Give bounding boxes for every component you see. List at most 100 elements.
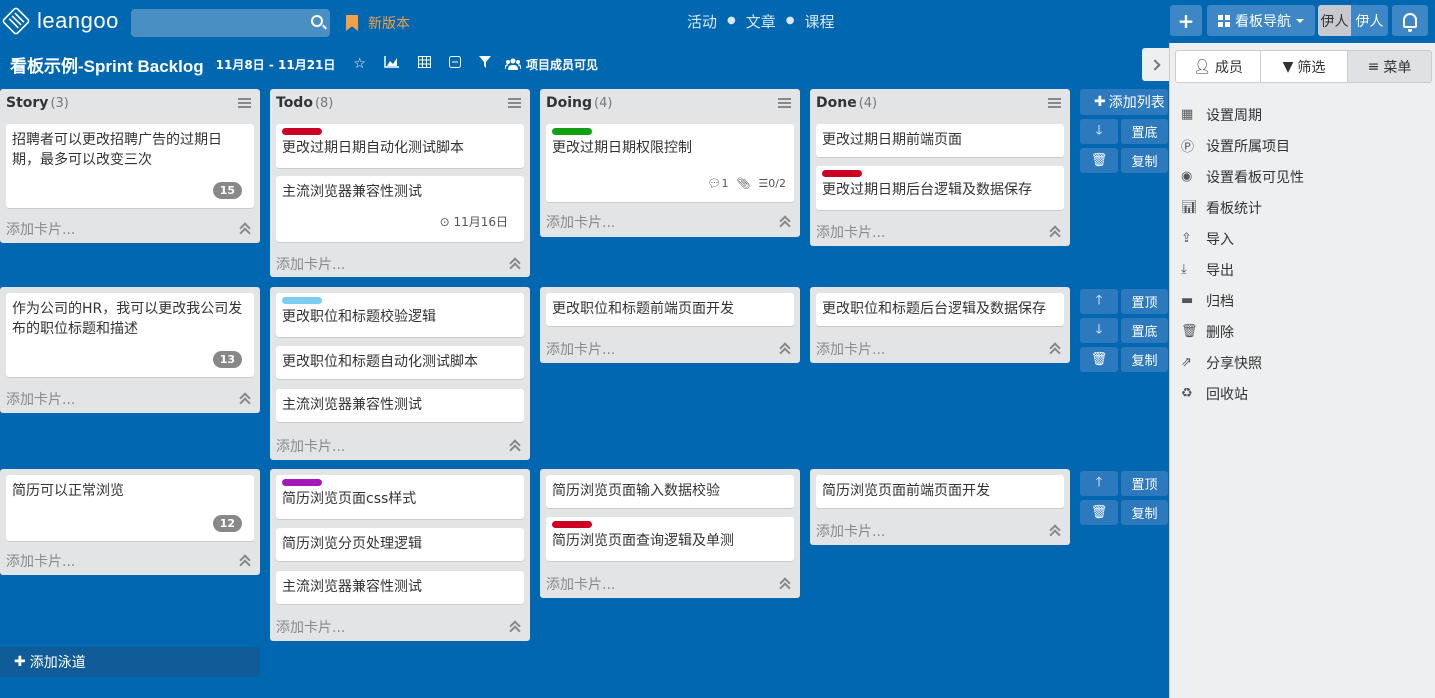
task-card[interactable]: 更改过期日期自动化测试脚本	[276, 124, 524, 168]
board-dates[interactable]: 11月8日 - 11月21日	[216, 56, 336, 73]
tab-menu[interactable]: ≡ 菜单	[1348, 50, 1432, 83]
add-card-link[interactable]: 添加卡片...	[6, 551, 75, 571]
collapse-up-icon[interactable]	[780, 579, 790, 589]
add-card-link[interactable]: 添加卡片...	[6, 389, 75, 409]
collapse-up-icon[interactable]	[240, 394, 250, 404]
task-card[interactable]: 更改过期日期权限控制 💬︎1 📎︎ ☰0/2	[546, 124, 794, 202]
add-card-link[interactable]: 添加卡片...	[546, 574, 615, 594]
menu-set-period[interactable]: ▦ 设置周期	[1181, 99, 1304, 130]
new-version-link[interactable]: 新版本	[346, 13, 410, 33]
move-up-icon[interactable]: 🡑	[1080, 289, 1118, 314]
collapse-icon[interactable]	[448, 56, 461, 72]
task-card[interactable]: 简历浏览页面css样式	[276, 475, 524, 519]
lane-copy-button[interactable]: 复制	[1121, 500, 1168, 525]
story-card[interactable]: 简历可以正常浏览 12	[6, 475, 254, 541]
add-list-button[interactable]: ✚ 添加列表	[1080, 89, 1168, 115]
user-avatar[interactable]: 伊人	[1318, 5, 1351, 36]
story-card[interactable]: 作为公司的HR，我可以更改我公司发布的职位标题和描述 13	[6, 293, 254, 377]
add-button[interactable]: +	[1170, 5, 1202, 36]
menu-import[interactable]: ⇪ 导入	[1181, 223, 1304, 254]
menu-recycle-bin[interactable]: ♻ 回收站	[1181, 378, 1304, 409]
list-title[interactable]: Story	[6, 95, 48, 111]
user-name-button[interactable]: 伊人	[1351, 5, 1388, 36]
add-card-link[interactable]: 添加卡片...	[816, 339, 885, 359]
menu-delete[interactable]: 🗑︎ 删除	[1181, 316, 1304, 347]
list-menu-icon[interactable]	[508, 98, 521, 108]
tab-members[interactable]: 👤︎ 成员	[1175, 50, 1261, 83]
notifications-button[interactable]	[1392, 5, 1428, 36]
nav-link-courses[interactable]: 课程	[805, 11, 835, 32]
collapse-panel-button[interactable]	[1142, 48, 1170, 81]
lane-copy-button[interactable]: 复制	[1121, 347, 1168, 372]
add-lane-button[interactable]: ✚ 添加泳道	[0, 647, 260, 677]
chart-icon[interactable]	[384, 56, 400, 72]
nav-link-activity[interactable]: 活动	[687, 11, 717, 32]
collapse-up-icon[interactable]	[510, 441, 520, 451]
list-menu-icon[interactable]	[778, 98, 791, 108]
trash-icon[interactable]: 🗑︎	[1080, 500, 1118, 525]
task-card[interactable]: 更改职位和标题后台逻辑及数据保存	[816, 293, 1064, 326]
board-title[interactable]: 看板示例-Sprint Backlog	[10, 52, 204, 77]
add-card-link[interactable]: 添加卡片...	[276, 617, 345, 637]
move-down-icon[interactable]: 🡓	[1080, 318, 1118, 343]
lane-bottom-button[interactable]: 置底	[1121, 119, 1168, 144]
task-card[interactable]: 更改过期日期前端页面	[816, 124, 1064, 157]
task-card[interactable]: 简历浏览页面查询逻辑及单测	[546, 517, 794, 561]
list-menu-icon[interactable]	[1048, 98, 1061, 108]
collapse-up-icon[interactable]	[240, 556, 250, 566]
menu-archive[interactable]: ▬ 归档	[1181, 285, 1304, 316]
collapse-up-icon[interactable]	[1050, 344, 1060, 354]
add-card-link[interactable]: 添加卡片...	[276, 436, 345, 456]
menu-board-stats[interactable]: 📊︎ 看板统计	[1181, 192, 1304, 223]
collapse-up-icon[interactable]	[510, 259, 520, 269]
logo[interactable]: leangoo	[1, 6, 119, 36]
filter-icon[interactable]	[478, 56, 491, 72]
move-up-icon[interactable]: 🡑	[1080, 471, 1118, 496]
list-menu-icon[interactable]	[238, 98, 251, 108]
collapse-up-icon[interactable]	[780, 217, 790, 227]
add-card-link[interactable]: 添加卡片...	[276, 254, 345, 274]
story-card[interactable]: 招聘者可以更改招聘广告的过期日期，最多可以改变三次 15	[6, 124, 254, 208]
search-icon[interactable]	[311, 15, 323, 27]
task-card[interactable]: 简历浏览分页处理逻辑	[276, 528, 524, 561]
list-title[interactable]: Todo	[276, 95, 313, 111]
task-card[interactable]: 更改职位和标题自动化测试脚本	[276, 346, 524, 379]
trash-icon[interactable]: 🗑︎	[1080, 347, 1118, 372]
move-down-icon[interactable]: 🡓	[1080, 119, 1118, 144]
collapse-up-icon[interactable]	[1050, 227, 1060, 237]
lane-bottom-button[interactable]: 置底	[1121, 318, 1168, 343]
star-icon[interactable]: ☆	[353, 56, 366, 72]
lane-top-button[interactable]: 置顶	[1121, 471, 1168, 496]
list-title[interactable]: Doing	[546, 95, 592, 111]
table-icon[interactable]	[417, 56, 431, 72]
search-input[interactable]	[131, 9, 330, 37]
add-card-link[interactable]: 添加卡片...	[816, 521, 885, 541]
task-card[interactable]: 更改过期日期后台逻辑及数据保存	[816, 166, 1064, 210]
board-nav-button[interactable]: 看板导航	[1207, 5, 1315, 36]
task-card[interactable]: 主流浏览器兼容性测试	[276, 571, 524, 604]
lane-top-button[interactable]: 置顶	[1121, 289, 1168, 314]
collapse-up-icon[interactable]	[780, 344, 790, 354]
tab-filter[interactable]: ▼ 筛选	[1261, 50, 1348, 83]
add-card-link[interactable]: 添加卡片...	[546, 212, 615, 232]
lane-copy-button[interactable]: 复制	[1121, 148, 1168, 173]
task-card[interactable]: 简历浏览页面输入数据校验	[546, 475, 794, 508]
add-card-link[interactable]: 添加卡片...	[546, 339, 615, 359]
add-card-link[interactable]: 添加卡片...	[6, 219, 75, 239]
add-card-link[interactable]: 添加卡片...	[816, 222, 885, 242]
list-title[interactable]: Done	[816, 95, 857, 111]
trash-icon[interactable]: 🗑︎	[1080, 148, 1118, 173]
collapse-up-icon[interactable]	[510, 622, 520, 632]
task-card[interactable]: 简历浏览页面前端页面开发	[816, 475, 1064, 508]
task-card[interactable]: 主流浏览器兼容性测试	[276, 389, 524, 422]
task-card[interactable]: 更改职位和标题校验逻辑	[276, 293, 524, 337]
menu-share-snapshot[interactable]: ⇗ 分享快照	[1181, 347, 1304, 378]
nav-link-articles[interactable]: 文章	[746, 11, 776, 32]
collapse-up-icon[interactable]	[1050, 526, 1060, 536]
menu-set-visibility[interactable]: ◉ 设置看板可见性	[1181, 161, 1304, 192]
task-card[interactable]: 主流浏览器兼容性测试 ⊙ 11月16日	[276, 176, 524, 242]
visibility-button[interactable]: 项目成员可见	[504, 56, 598, 73]
task-card[interactable]: 更改职位和标题前端页面开发	[546, 293, 794, 326]
menu-set-project[interactable]: Ⓟ 设置所属项目	[1181, 130, 1304, 161]
collapse-up-icon[interactable]	[240, 224, 250, 234]
